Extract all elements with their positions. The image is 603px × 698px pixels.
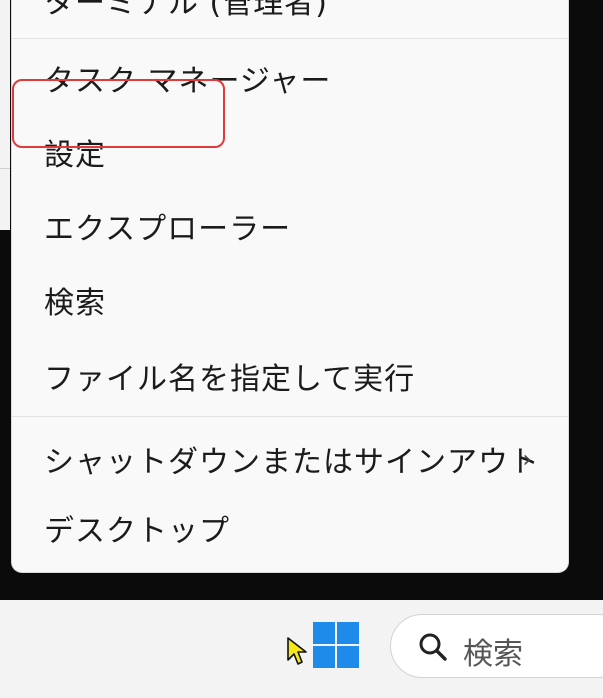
menu-separator — [12, 38, 568, 39]
search-icon — [419, 633, 447, 661]
menu-item-search[interactable]: 検索 — [12, 264, 568, 336]
start-context-menu: ターミナル (管理者) タスク マネージャー 設定 エクスプローラー 検索 ファ… — [12, 0, 568, 572]
menu-item-desktop[interactable]: デスクトップ — [12, 492, 568, 564]
chevron-right-icon: › — [522, 445, 532, 473]
menu-item-label: 検索 — [44, 286, 106, 321]
menu-separator — [12, 416, 568, 417]
menu-item-label: ターミナル (管理者) — [44, 0, 328, 21]
menu-item-settings[interactable]: 設定 — [12, 116, 568, 188]
menu-item-terminal-admin[interactable]: ターミナル (管理者) — [12, 0, 568, 36]
mouse-cursor-icon — [287, 637, 307, 665]
windows-logo-icon[interactable] — [313, 622, 359, 668]
menu-item-label: エクスプローラー — [44, 212, 292, 247]
menu-item-task-manager[interactable]: タスク マネージャー — [12, 42, 568, 114]
menu-item-run[interactable]: ファイル名を指定して実行 — [12, 340, 568, 412]
menu-item-label: 設定 — [44, 138, 106, 173]
menu-item-label: タスク マネージャー — [44, 64, 332, 99]
menu-item-shutdown-signout[interactable]: シャットダウンまたはサインアウト › — [12, 423, 568, 495]
menu-item-label: デスクトップ — [44, 514, 230, 549]
taskbar-search-box[interactable]: 検索 — [390, 614, 603, 678]
background-window-edge — [0, 0, 10, 230]
menu-item-explorer[interactable]: エクスプローラー — [12, 190, 568, 262]
taskbar: 検索 — [0, 600, 603, 698]
menu-item-label: シャットダウンまたはサインアウト — [44, 445, 540, 480]
menu-item-label: ファイル名を指定して実行 — [44, 362, 416, 397]
search-placeholder: 検索 — [463, 637, 523, 672]
